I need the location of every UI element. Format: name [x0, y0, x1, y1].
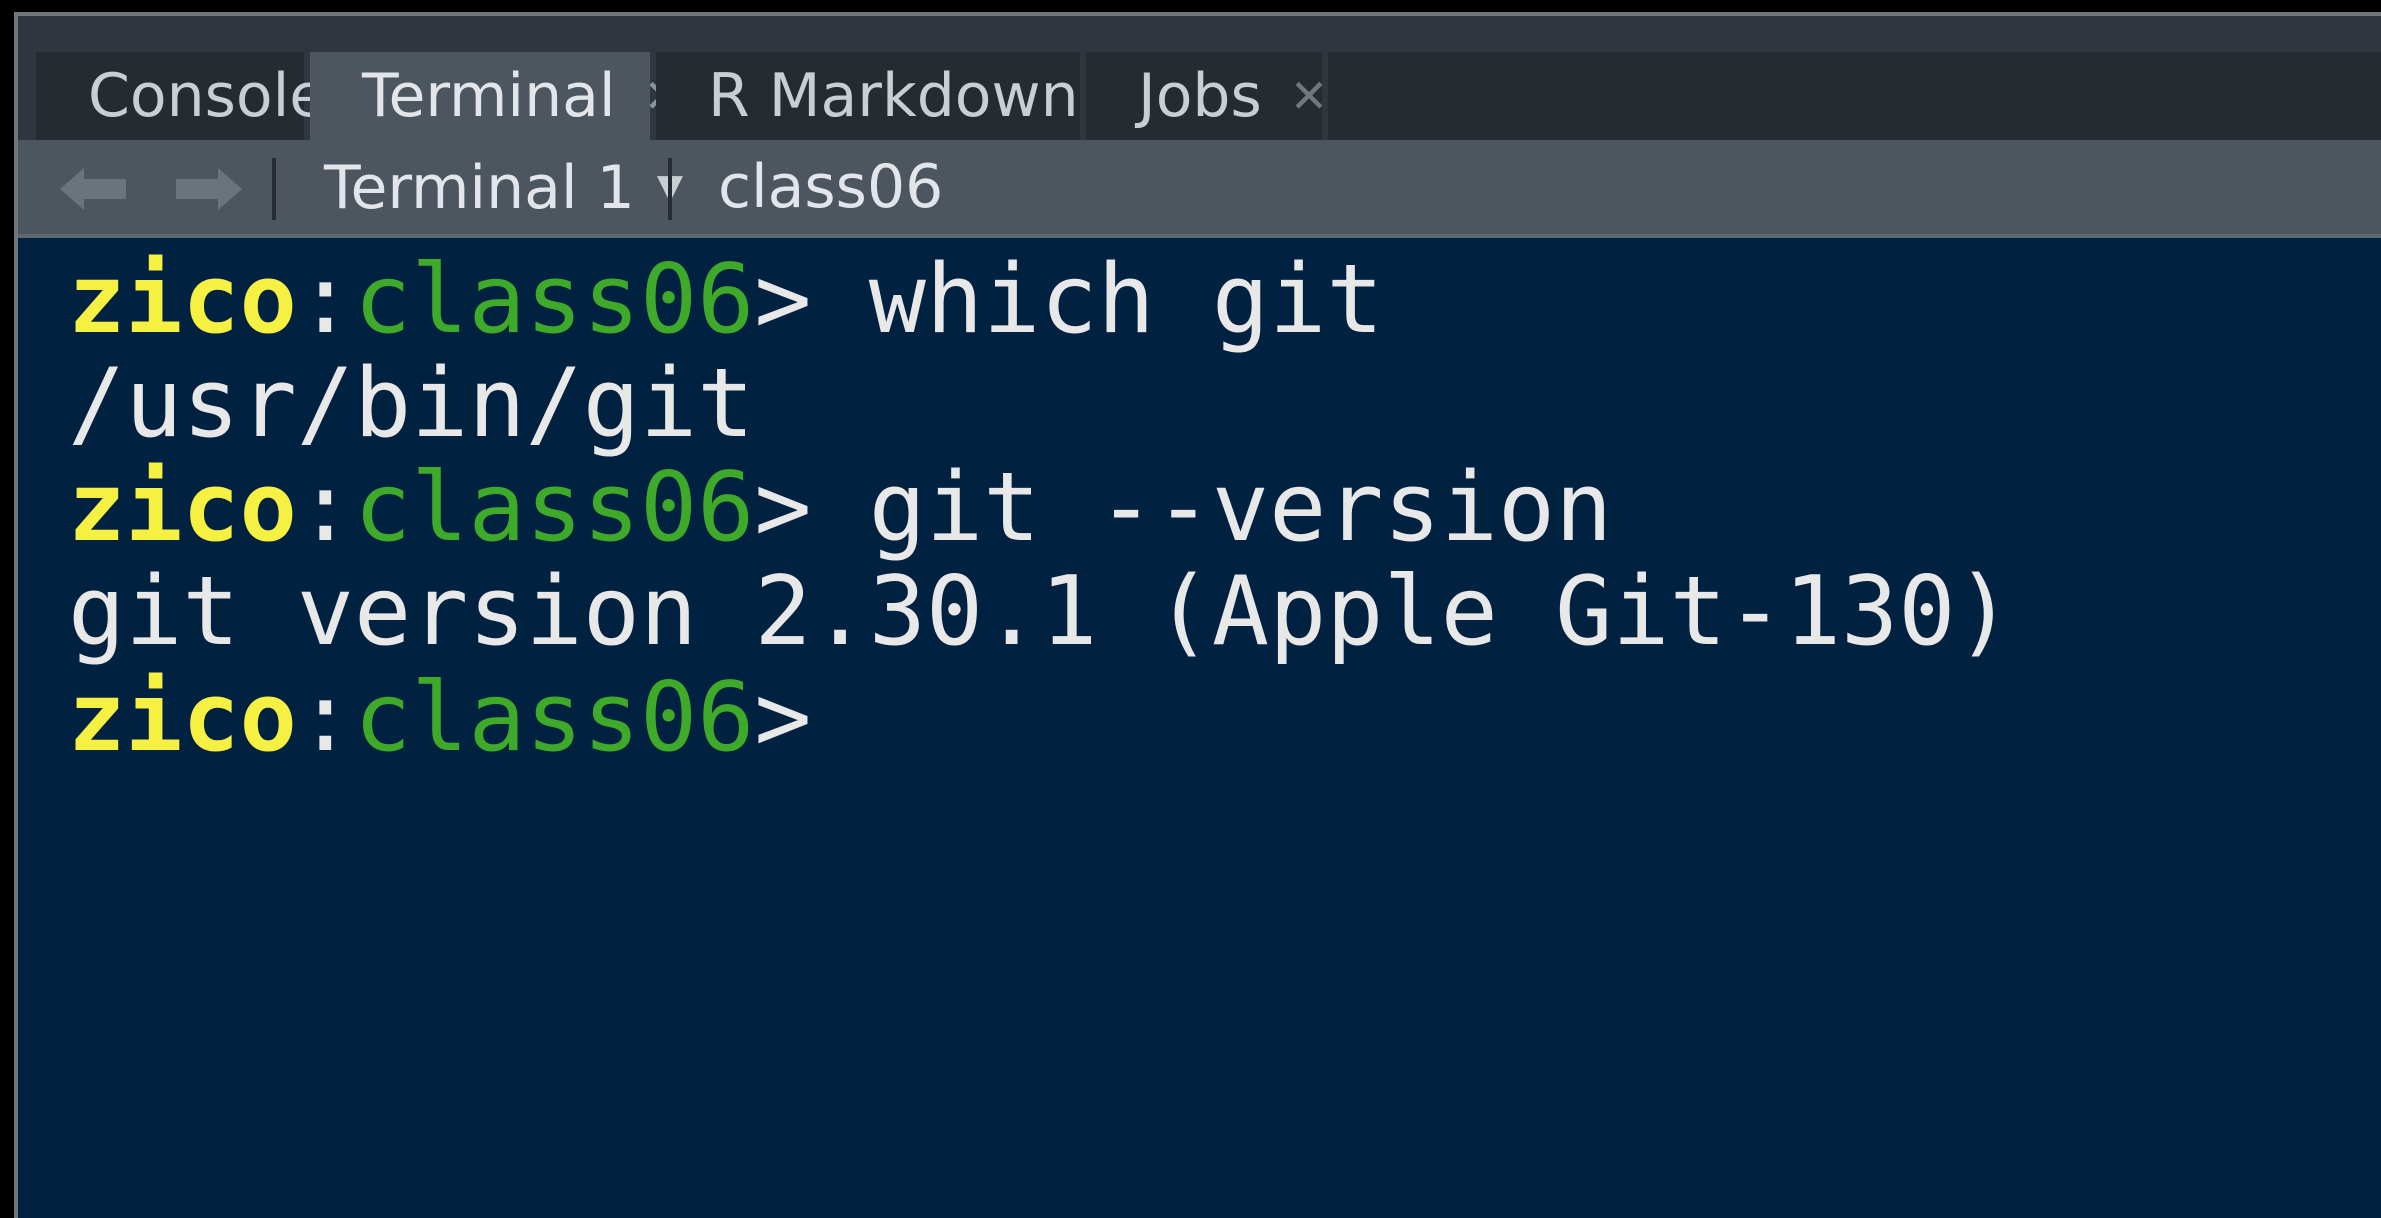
tab-label: Jobs: [1138, 61, 1262, 131]
prompt-line: zico:class06> which git: [68, 244, 1384, 356]
prompt-symbol: >: [754, 245, 812, 355]
prompt-path: class06: [353, 245, 755, 355]
tab-bar-filler: [1328, 52, 2381, 140]
arrow-left-icon[interactable]: [58, 166, 128, 212]
prompt-user: zico: [68, 453, 297, 563]
prompt-line: zico:class06> git --version: [68, 452, 1612, 564]
tab-label: R Markdown: [708, 61, 1079, 131]
terminal-pane: Console Terminal✕ R Markdown✕ Jobs ✕ Term…: [14, 12, 2381, 1218]
terminal-output[interactable]: zico:class06> which git /usr/bin/git zic…: [18, 238, 2381, 1218]
prompt-line: zico:class06>: [68, 662, 812, 774]
close-icon[interactable]: ✕: [1290, 52, 1329, 140]
arrow-right-icon[interactable]: [174, 166, 244, 212]
toolbar-divider: [668, 158, 672, 220]
prompt-separator: :: [296, 663, 354, 773]
terminal-selector-dropdown[interactable]: Terminal 1▼: [324, 140, 683, 234]
toolbar-divider: [272, 158, 276, 220]
output-line: /usr/bin/git: [68, 349, 755, 459]
tab-label: Terminal: [362, 61, 616, 131]
prompt-path: class06: [353, 453, 755, 563]
command-text: git --version: [811, 453, 1613, 563]
tab-label: Console: [88, 61, 327, 131]
prompt-symbol: >: [754, 453, 812, 563]
prompt-path: class06: [353, 663, 755, 773]
terminal-toolbar: Terminal 1▼ class06: [18, 140, 2381, 238]
prompt-user: zico: [68, 663, 297, 773]
prompt-separator: :: [296, 453, 354, 563]
tab-r-markdown[interactable]: R Markdown✕: [656, 52, 1145, 140]
prompt-separator: :: [296, 245, 354, 355]
command-text: which git: [811, 245, 1384, 355]
tab-bar: Console Terminal✕ R Markdown✕ Jobs ✕: [18, 16, 2381, 140]
working-directory-label: class06: [718, 152, 944, 222]
prompt-symbol: >: [754, 663, 812, 773]
tab-terminal[interactable]: Terminal✕: [310, 52, 682, 140]
output-line: git version 2.30.1 (Apple Git-130): [68, 557, 2013, 667]
terminal-selector-label: Terminal 1: [324, 153, 635, 223]
tab-console[interactable]: Console: [36, 52, 326, 140]
prompt-user: zico: [68, 245, 297, 355]
tab-jobs[interactable]: Jobs ✕: [1086, 52, 1328, 140]
